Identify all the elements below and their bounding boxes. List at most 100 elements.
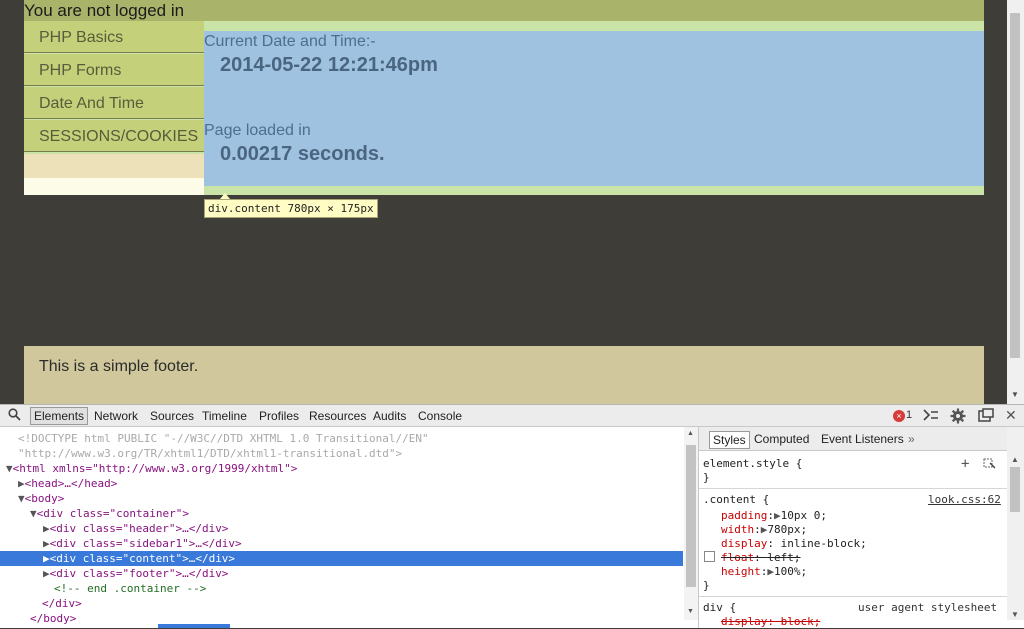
property-name: width xyxy=(721,523,755,536)
sidebar-item-php-forms[interactable]: PHP Forms xyxy=(24,54,204,86)
dom-node[interactable]: </body> xyxy=(0,611,683,626)
tab-styles[interactable]: Styles xyxy=(709,431,750,449)
page-footer: This is a simple footer. xyxy=(24,346,984,404)
content-panel: Current Date and Time:- 2014-05-22 12:21… xyxy=(204,31,984,186)
dom-content: <div class="content">…</div> xyxy=(49,552,236,565)
separator xyxy=(699,488,1007,489)
dom-close-div: </div> xyxy=(42,597,82,610)
rule-selector[interactable]: .content { xyxy=(703,493,769,507)
dom-node[interactable]: ▼<html xmlns="http://www.w3.org/1999/xht… xyxy=(0,461,683,476)
page-viewport: You are not logged in PHP Basics PHP For… xyxy=(0,0,1007,404)
tab-sources[interactable]: Sources xyxy=(150,408,194,424)
tab-elements[interactable]: Elements xyxy=(30,407,89,425)
dom-doctype: <!DOCTYPE html PUBLIC "-//W3C//DTD XHTML… xyxy=(18,432,429,445)
dom-node[interactable]: ▶<div class="footer">…</div> xyxy=(0,566,683,581)
styles-pane: Styles Computed Event Listeners » elemen… xyxy=(699,427,1007,628)
dom-node[interactable]: <!DOCTYPE html PUBLIC "-//W3C//DTD XHTML… xyxy=(0,431,683,446)
property-name: height xyxy=(721,565,761,578)
style-property-disabled[interactable]: float: left; xyxy=(721,551,801,565)
dom-doctype-url: "http://www.w3.org/TR/xhtml1/DTD/xhtml1-… xyxy=(18,447,403,460)
dom-node[interactable]: ▶<head>…</head> xyxy=(0,476,683,491)
property-value: 780px; xyxy=(767,523,808,536)
dom-comment: <!-- end .container --> xyxy=(54,582,207,595)
tooltip-size: 780px × 175px xyxy=(287,202,374,215)
collapsed-arrow-icon[interactable]: ▶ xyxy=(0,537,50,550)
tab-resources[interactable]: Resources xyxy=(309,408,366,424)
scroll-down-arrow-icon[interactable]: ▼ xyxy=(1011,390,1019,399)
tab-computed[interactable]: Computed xyxy=(754,432,809,446)
scroll-down-arrow-icon[interactable]: ▼ xyxy=(1011,610,1019,619)
dom-node[interactable]: </div> xyxy=(0,596,683,611)
close-icon[interactable]: ✕ xyxy=(1005,407,1017,423)
error-count[interactable]: 1 xyxy=(906,409,912,421)
dom-node[interactable]: ▶<div class="header">…</div> xyxy=(0,521,683,536)
sidebar-spacer xyxy=(24,178,204,195)
expand-arrow-icon[interactable]: ▶ xyxy=(774,509,781,522)
dom-container: <div class="container"> xyxy=(36,507,189,520)
dom-node[interactable]: <!-- end .container --> xyxy=(0,581,683,596)
style-property[interactable]: height:▶100%; xyxy=(721,565,807,579)
expanded-arrow-icon[interactable]: ▼ xyxy=(0,462,13,475)
dom-head: <head>…</head> xyxy=(24,477,118,490)
sidebar-item-php-basics[interactable]: PHP Basics xyxy=(24,21,204,53)
dom-close-body: </body> xyxy=(30,612,77,625)
add-rule-icon[interactable]: + xyxy=(961,456,969,472)
dom-node[interactable]: ▼<div class="container"> xyxy=(0,506,683,521)
property-value: inline-block; xyxy=(780,537,867,550)
loadtime-value: 0.00217 seconds. xyxy=(220,143,385,165)
collapsed-arrow-icon[interactable]: ▶ xyxy=(0,552,50,565)
search-icon[interactable] xyxy=(8,408,21,425)
error-icon[interactable]: × xyxy=(893,410,905,422)
scroll-down-arrow-icon[interactable]: ▼ xyxy=(687,608,694,615)
rule-close: } xyxy=(703,579,710,592)
collapsed-arrow-icon[interactable]: ▶ xyxy=(0,522,50,535)
devtools-panel: Elements Network Sources Timeline Profil… xyxy=(0,404,1024,628)
console-drawer-icon[interactable] xyxy=(922,408,940,426)
collapsed-arrow-icon[interactable]: ▶ xyxy=(0,477,25,490)
element-style-selector[interactable]: element.style { xyxy=(703,457,802,471)
tab-timeline[interactable]: Timeline xyxy=(202,408,247,424)
tab-event-listeners[interactable]: Event Listeners xyxy=(821,432,904,446)
collapsed-arrow-icon[interactable]: ▶ xyxy=(0,567,50,580)
dom-node[interactable]: "http://www.w3.org/TR/xhtml1/DTD/xhtml1-… xyxy=(0,446,683,461)
expanded-arrow-icon[interactable]: ▼ xyxy=(0,492,25,505)
datetime-value: 2014-05-22 12:21:46pm xyxy=(220,54,438,76)
style-property[interactable]: display: inline-block; xyxy=(721,537,867,551)
styles-scrollbar[interactable]: ▲ ▼ xyxy=(1007,427,1024,620)
scroll-up-arrow-icon[interactable]: ▲ xyxy=(1011,455,1019,464)
element-size-tooltip: div.content 780px × 175px xyxy=(204,199,378,218)
property-toggle-checkbox[interactable] xyxy=(704,551,715,562)
dock-icon[interactable] xyxy=(978,408,994,426)
page-scrollbar-thumb[interactable] xyxy=(1010,13,1020,358)
scroll-up-arrow-icon[interactable]: ▲ xyxy=(687,430,694,437)
separator xyxy=(699,596,1007,597)
ua-source: user agent stylesheet xyxy=(858,601,998,614)
sidebar-item-sessions-cookies[interactable]: SESSIONS/COOKIES xyxy=(24,120,204,152)
tab-audits[interactable]: Audits xyxy=(373,408,406,424)
ua-rule-selector[interactable]: div { xyxy=(703,601,736,615)
gear-icon[interactable] xyxy=(950,408,966,428)
style-property[interactable]: width:▶780px; xyxy=(721,523,807,537)
tab-console[interactable]: Console xyxy=(418,408,462,424)
login-status: You are not logged in xyxy=(24,1,185,20)
expand-arrow-icon[interactable]: ▶ xyxy=(767,565,774,578)
styles-scrollbar-thumb[interactable] xyxy=(1010,467,1020,512)
dom-node[interactable]: ▶<div class="sidebar1">…</div> xyxy=(0,536,683,551)
tab-profiles[interactable]: Profiles xyxy=(259,408,299,424)
toggle-state-icon[interactable] xyxy=(983,457,997,472)
rule-source-link[interactable]: look.css:62 xyxy=(928,493,1001,507)
page-scrollbar[interactable]: ▼ xyxy=(1007,0,1024,404)
style-property[interactable]: padding:▶10px 0; xyxy=(721,509,827,523)
property-value: 10px 0; xyxy=(780,509,827,522)
property-name: display xyxy=(721,537,768,550)
dom-horizontal-scrollbar[interactable] xyxy=(158,624,230,628)
dom-node-selected[interactable]: ▶<div class="content">…</div> xyxy=(0,551,683,566)
tab-network[interactable]: Network xyxy=(94,408,138,424)
devtools-toolbar: Elements Network Sources Timeline Profil… xyxy=(0,404,1024,427)
expanded-arrow-icon[interactable]: ▼ xyxy=(0,507,37,520)
more-tabs-icon[interactable]: » xyxy=(908,432,915,446)
dom-scrollbar[interactable]: ▲ ▼ xyxy=(684,427,698,620)
sidebar-item-date-and-time[interactable]: Date And Time xyxy=(24,87,204,119)
dom-scrollbar-thumb[interactable] xyxy=(686,445,696,587)
dom-node[interactable]: ▼<body> xyxy=(0,491,683,506)
